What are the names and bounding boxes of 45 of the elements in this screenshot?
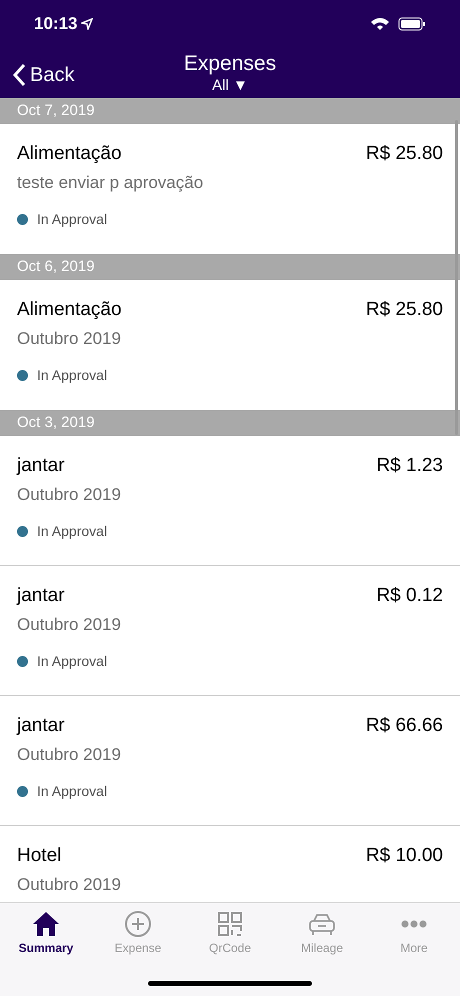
date-header: Oct 3, 2019 <box>0 410 460 436</box>
qr-code-icon <box>215 909 245 939</box>
expense-subtitle: Outubro 2019 <box>17 745 122 765</box>
add-icon <box>123 909 153 939</box>
location-icon <box>81 18 94 30</box>
expense-row[interactable]: jantar R$ 0.12 Outubro 2019 In Approval <box>0 566 460 696</box>
expense-subtitle: Outubro 2019 <box>17 615 122 635</box>
expense-amount: R$ 25.80 <box>366 298 443 322</box>
expense-title: jantar <box>17 714 65 738</box>
expense-subtitle: Outubro 2019 <box>17 485 122 505</box>
more-icon <box>400 920 428 928</box>
back-button[interactable]: Back <box>12 60 74 90</box>
expense-amount: R$ 10.00 <box>366 844 443 868</box>
status-label: In Approval <box>37 782 108 801</box>
expense-amount: R$ 1.23 <box>376 454 443 478</box>
status-label: In Approval <box>37 522 108 541</box>
expense-row[interactable]: Hotel R$ 10.00 Outubro 2019 <box>0 826 460 902</box>
status-label: In Approval <box>37 652 108 671</box>
expense-row[interactable]: jantar R$ 66.66 Outubro 2019 In Approval <box>0 696 460 826</box>
expense-subtitle: teste enviar p aprovação <box>17 173 204 193</box>
expense-subtitle: Outubro 2019 <box>17 329 122 349</box>
status-label: In Approval <box>37 366 108 385</box>
expense-subtitle: Outubro 2019 <box>17 875 122 895</box>
expense-title: jantar <box>17 454 65 478</box>
battery-icon <box>398 17 426 31</box>
clock: 10:13 <box>34 13 78 36</box>
chevron-left-icon <box>12 63 26 87</box>
date-header: Oct 6, 2019 <box>0 254 460 280</box>
filter-dropdown[interactable]: All ▼ <box>212 77 248 95</box>
date-header: Oct 7, 2019 <box>0 98 460 124</box>
home-icon <box>31 909 61 939</box>
tab[interactable]: Summary <box>0 909 92 957</box>
expense-amount: R$ 0.12 <box>376 584 443 608</box>
expense-row[interactable]: Alimentação R$ 25.80 teste enviar p aprovação In Approval <box>0 124 460 254</box>
screen-title: Expenses <box>184 51 276 77</box>
expense-row[interactable]: jantar R$ 1.23 Outubro 2019 In Approval <box>0 436 460 566</box>
expense-title: Alimentação <box>17 142 122 166</box>
expense-amount: R$ 66.66 <box>366 714 443 738</box>
expense-title: Alimentação <box>17 298 122 322</box>
wifi-icon <box>370 17 390 31</box>
expense-title: Hotel <box>17 844 62 868</box>
expense-row[interactable]: Alimentação R$ 25.80 Outubro 2019 In Approval <box>0 280 460 410</box>
expense-title: jantar <box>17 584 65 608</box>
expense-amount: R$ 25.80 <box>366 142 443 166</box>
status-label: In Approval <box>37 210 108 229</box>
